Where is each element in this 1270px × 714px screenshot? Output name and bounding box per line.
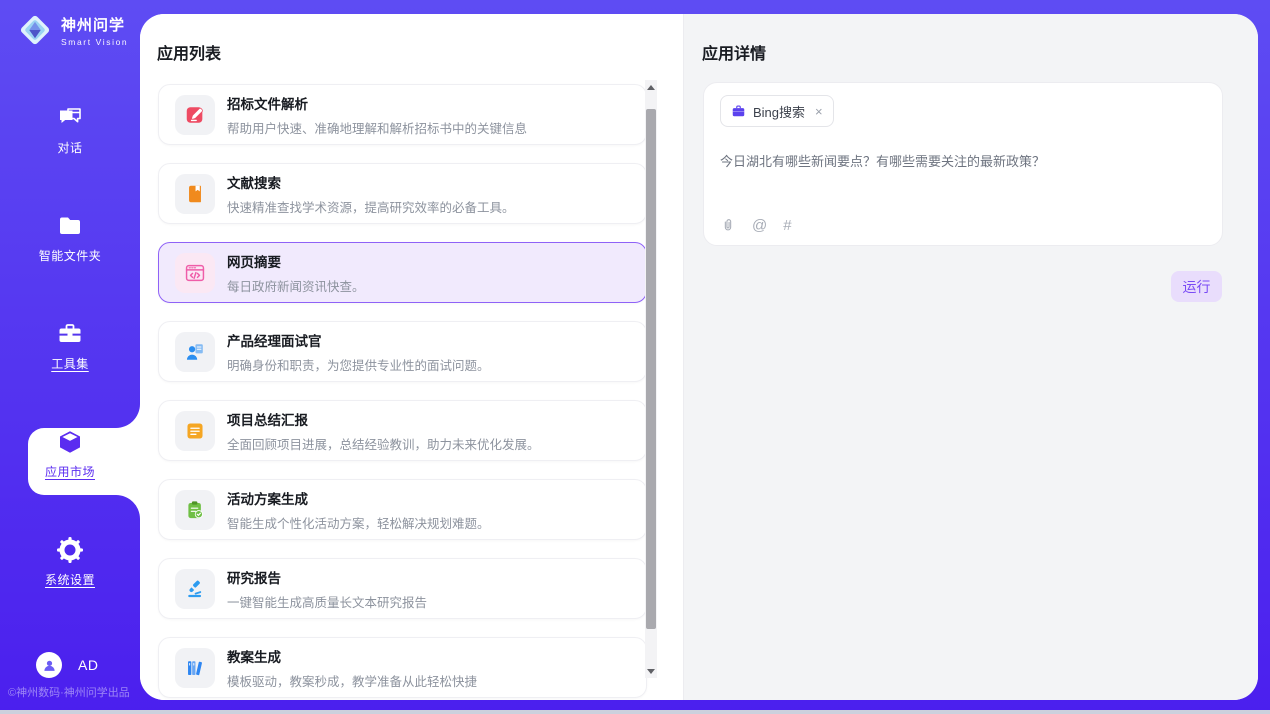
- hash-icon[interactable]: #: [783, 218, 791, 233]
- app-card-desc: 明确身份和职责，为您提供专业性的面试问题。: [227, 355, 490, 374]
- brand-logo: 神州问学 Smart Vision: [16, 11, 128, 49]
- project-memo-icon: [184, 420, 206, 442]
- app-card[interactable]: 产品经理面试官 明确身份和职责，为您提供专业性的面试问题。: [158, 321, 647, 382]
- app-card[interactable]: 项目总结汇报 全面回顾项目进展，总结经验教训，助力未来优化发展。: [158, 400, 647, 461]
- person-icon: [42, 658, 57, 673]
- sidebar-item-toolkit[interactable]: 工具集: [0, 292, 140, 400]
- sidebar: 神州问学 Smart Vision 对话 智能文件夹: [0, 0, 140, 714]
- app-list-title: 应用列表: [157, 40, 221, 64]
- chat-icon: [56, 104, 84, 132]
- app-card-desc: 帮助用户快速、准确地理解和解析招标书中的关键信息: [227, 118, 527, 137]
- app-card[interactable]: 网页摘要 每日政府新闻资讯快查。: [158, 242, 647, 303]
- query-input[interactable]: 今日湖北有哪些新闻要点？有哪些需要关注的最新政策？: [720, 152, 1206, 172]
- app-list-panel: 应用列表 招标文件解析 帮助用户快速、准确地理解和解析招标书中的关键信息 文献搜…: [140, 14, 683, 700]
- sidebar-item-smart-folder[interactable]: 智能文件夹: [0, 184, 140, 292]
- app-card-desc: 智能生成个性化活动方案，轻松解决规划难题。: [227, 513, 490, 532]
- scrollbar-thumb[interactable]: [646, 109, 656, 629]
- app-card-desc: 模板驱动，教案秒成，教学准备从此轻松快捷: [227, 671, 477, 690]
- brand-subtitle: Smart Vision: [61, 37, 128, 47]
- activity-clipboard-icon: [184, 499, 206, 521]
- app-card[interactable]: 研究报告 一键智能生成高质量长文本研究报告: [158, 558, 647, 619]
- briefcase-icon: [731, 104, 746, 119]
- avatar: [36, 652, 62, 678]
- app-card-title: 产品经理面试官: [227, 330, 490, 350]
- cube-icon: [56, 428, 84, 456]
- sidebar-item-chat[interactable]: 对话: [0, 76, 140, 184]
- paperclip-icon[interactable]: [720, 217, 736, 233]
- literature-book-icon: [184, 183, 206, 205]
- copyright-text: ©神州数码·神州问学出品: [8, 684, 130, 700]
- app-card-title: 项目总结汇报: [227, 409, 540, 429]
- toolbox-icon: [56, 320, 84, 348]
- sidebar-item-label: 对话: [57, 139, 82, 156]
- mention-icon[interactable]: @: [752, 218, 767, 233]
- app-detail-title: 应用详情: [702, 40, 766, 64]
- scrollbar-up-button[interactable]: [645, 80, 657, 94]
- lesson-books-icon: [184, 657, 206, 679]
- sidebar-item-label: 智能文件夹: [39, 247, 102, 264]
- brand-diamond-icon: [16, 11, 54, 49]
- app-card[interactable]: 招标文件解析 帮助用户快速、准确地理解和解析招标书中的关键信息: [158, 84, 647, 145]
- app-card-title: 活动方案生成: [227, 488, 490, 508]
- pm-interviewer-icon: [184, 341, 206, 363]
- main-panel: 应用列表 招标文件解析 帮助用户快速、准确地理解和解析招标书中的关键信息 文献搜…: [140, 14, 1258, 700]
- webpage-code-icon: [184, 262, 206, 284]
- app-input-card: Bing搜索 × 今日湖北有哪些新闻要点？有哪些需要关注的最新政策？ @ #: [703, 82, 1223, 246]
- app-card-title: 教案生成: [227, 646, 477, 666]
- user-account[interactable]: AD: [36, 652, 98, 678]
- sidebar-item-label: 应用市场: [45, 463, 95, 480]
- run-button[interactable]: 运行: [1171, 271, 1222, 302]
- app-detail-panel: 应用详情 Bing搜索 × 今日湖北有哪些新闻要点？有哪些需要关注的最新政策？: [683, 14, 1258, 700]
- app-card-desc: 全面回顾项目进展，总结经验教训，助力未来优化发展。: [227, 434, 540, 453]
- attach-toolbar: @ #: [720, 217, 792, 233]
- tag-close-icon[interactable]: ×: [815, 104, 823, 119]
- app-card-title: 网页摘要: [227, 251, 365, 271]
- sidebar-item-settings[interactable]: 系统设置: [0, 508, 140, 616]
- tool-tag-label: Bing搜索: [753, 102, 805, 121]
- scrollbar-down-button[interactable]: [645, 664, 657, 678]
- app-card-title: 招标文件解析: [227, 93, 527, 113]
- tool-tag-bing-search[interactable]: Bing搜索 ×: [720, 95, 834, 127]
- app-card[interactable]: 教案生成 模板驱动，教案秒成，教学准备从此轻松快捷: [158, 637, 647, 698]
- sidebar-item-label: 工具集: [51, 355, 89, 372]
- app-card-title: 研究报告: [227, 567, 427, 587]
- app-card[interactable]: 活动方案生成 智能生成个性化活动方案，轻松解决规划难题。: [158, 479, 647, 540]
- research-microscope-icon: [184, 578, 206, 600]
- sidebar-nav: 对话 智能文件夹 工具集: [0, 76, 140, 616]
- sidebar-item-app-market[interactable]: 应用市场: [0, 400, 140, 508]
- gear-icon: [56, 536, 84, 564]
- app-list-scrollbar[interactable]: [645, 80, 657, 678]
- active-tab-bump: [28, 404, 140, 519]
- app-card-desc: 每日政府新闻资讯快查。: [227, 276, 365, 295]
- brand-name: 神州问学: [61, 14, 128, 35]
- app-card-title: 文献搜索: [227, 172, 515, 192]
- app-card-desc: 快速精准查找学术资源，提高研究效率的必备工具。: [227, 197, 515, 216]
- app-card-list: 招标文件解析 帮助用户快速、准确地理解和解析招标书中的关键信息 文献搜索 快速精…: [158, 84, 647, 700]
- folder-icon: [56, 212, 84, 240]
- window-bottom-edge: [0, 710, 1270, 714]
- user-initials: AD: [78, 657, 98, 673]
- app-card[interactable]: 文献搜索 快速精准查找学术资源，提高研究效率的必备工具。: [158, 163, 647, 224]
- tender-edit-icon: [184, 104, 206, 126]
- app-card-desc: 一键智能生成高质量长文本研究报告: [227, 592, 427, 611]
- sidebar-item-label: 系统设置: [45, 571, 95, 588]
